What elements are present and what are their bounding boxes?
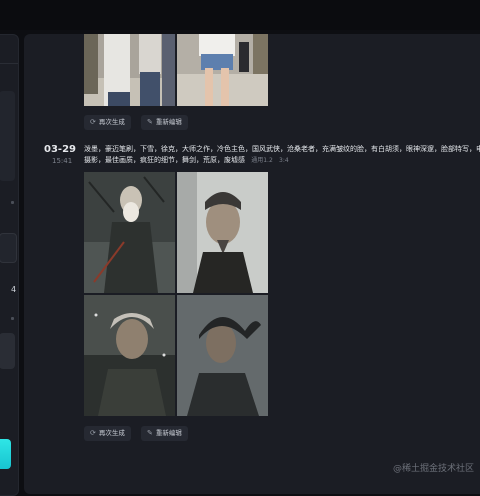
result-image[interactable] (84, 295, 175, 416)
top-bar (0, 0, 480, 30)
refresh-icon: ⟳ (90, 429, 96, 437)
regenerate-button[interactable]: ⟳ 再次生成 (84, 115, 131, 130)
result-image[interactable] (84, 172, 175, 293)
sidebar-count: 4 (11, 285, 17, 294)
reedit-label: 重新编辑 (155, 118, 182, 126)
prompt-line: 泼墨，豪迈笔刷，下雪，徐克，大师之作，冷色主色，国风武侠，沧桑老者，充满皱纹的脸… (84, 145, 480, 153)
sidebar-select[interactable] (0, 233, 17, 263)
sidebar-marker (11, 201, 14, 204)
result-image[interactable] (177, 172, 268, 293)
sidebar-option-box[interactable] (0, 333, 15, 369)
prompt-line-2-text: 摄影，最佳画质，疯狂的细节，舞剑，荒原，废墟感 (84, 156, 245, 164)
reedit-button[interactable]: ✎ 重新编辑 (141, 426, 188, 441)
watermark: @稀土掘金技术社区 (392, 464, 474, 474)
entry-date: 03-29 (44, 144, 76, 155)
edit-icon: ✎ (147, 118, 153, 126)
result-image[interactable] (177, 34, 268, 106)
prompt-line-2: 摄影，最佳画质，疯狂的细节，舞剑，荒原，废墟感 通用1.2 3:4 (84, 155, 480, 166)
sidebar: 4 (0, 34, 19, 496)
entry-time: 15:41 (52, 157, 73, 165)
model-badge: 通用1.2 (251, 157, 273, 164)
result-image[interactable] (177, 295, 268, 416)
reedit-button[interactable]: ✎ 重新编辑 (141, 115, 188, 130)
regenerate-button[interactable]: ⟳ 再次生成 (84, 426, 131, 441)
reedit-label: 重新编辑 (155, 429, 182, 437)
sidebar-generate-button[interactable] (0, 439, 11, 469)
sidebar-marker (11, 317, 14, 320)
sidebar-input-box[interactable] (0, 91, 15, 181)
refresh-icon: ⟳ (90, 118, 96, 126)
ratio-badge: 3:4 (279, 157, 289, 164)
result-image[interactable] (84, 34, 175, 106)
regenerate-label: 再次生成 (98, 429, 125, 437)
sidebar-divider (0, 63, 18, 64)
prompt-text: 泼墨，豪迈笔刷，下雪，徐克，大师之作，冷色主色，国风武侠，沧桑老者，充满皱纹的脸… (84, 144, 480, 166)
regenerate-label: 再次生成 (98, 118, 125, 126)
edit-icon: ✎ (147, 429, 153, 437)
